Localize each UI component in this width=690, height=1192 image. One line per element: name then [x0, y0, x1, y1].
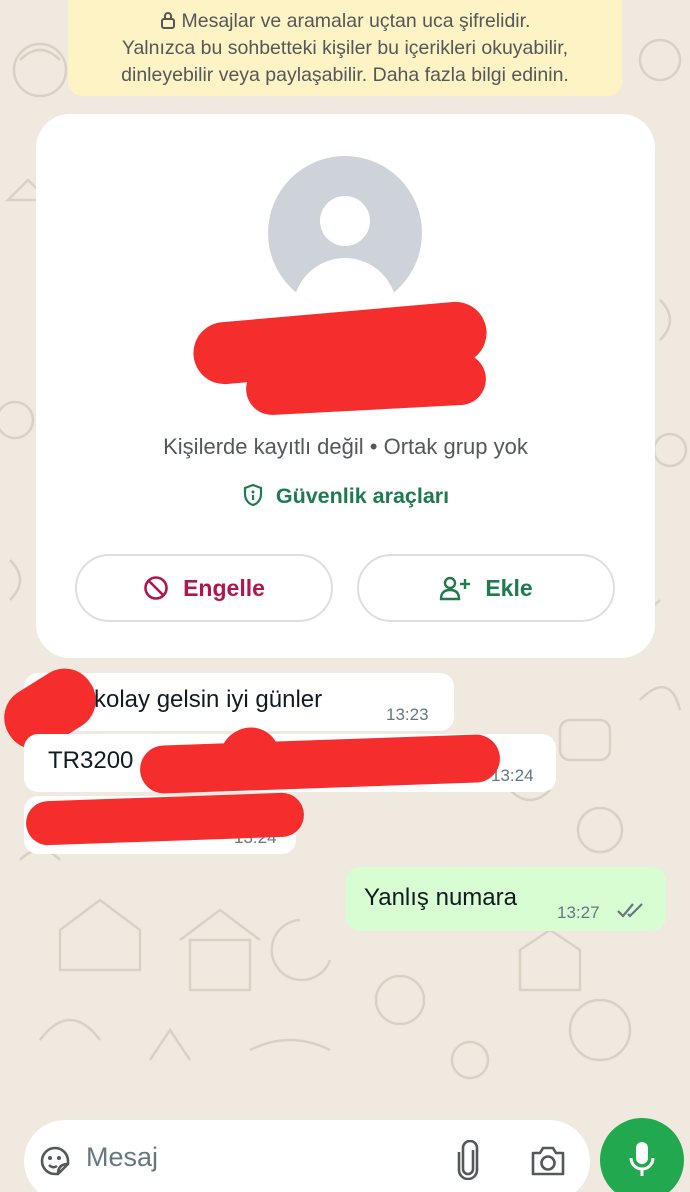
- block-icon: [144, 576, 168, 600]
- message-text: kolay gelsin iyi günler: [94, 686, 323, 713]
- redacted-contact-number: [244, 351, 488, 417]
- message-input[interactable]: Mesaj: [86, 1142, 158, 1173]
- encryption-line-1: Mesajlar ve aramalar uçtan uca şifrelidi…: [181, 10, 531, 32]
- security-tools-link[interactable]: Güvenlik araçları: [36, 483, 655, 509]
- read-receipt-icon: [617, 903, 643, 918]
- encryption-notice[interactable]: Mesajlar ve aramalar uçtan uca şifrelidi…: [68, 0, 622, 96]
- camera-icon[interactable]: [529, 1144, 567, 1178]
- block-button[interactable]: Engelle: [75, 554, 333, 622]
- message-composer: Mesaj: [24, 1120, 590, 1192]
- mic-icon: [629, 1142, 655, 1176]
- attach-icon[interactable]: [454, 1140, 482, 1180]
- avatar-head-shape: [320, 196, 370, 246]
- encryption-line-3: dinleyebilir veya paylaşabilir. Daha faz…: [121, 64, 569, 86]
- block-button-label: Engelle: [183, 574, 265, 601]
- shield-icon: [243, 483, 262, 507]
- add-contact-label: Ekle: [485, 574, 533, 601]
- sticker-icon[interactable]: [38, 1144, 72, 1178]
- avatar: [268, 156, 422, 310]
- unknown-contact-card: Kişilerde kayıtlı değil • Ortak grup yok…: [36, 114, 655, 658]
- contact-status-text: Kişilerde kayıtlı değil • Ortak grup yok: [163, 434, 528, 459]
- encryption-line-2: Yalnızca bu sohbetteki kişiler bu içerik…: [121, 37, 569, 59]
- message-time: 13:27: [557, 903, 600, 922]
- avatar-body-shape: [293, 258, 397, 310]
- message-time: 13:23: [386, 705, 429, 724]
- message-bubble-outgoing[interactable]: Yanlış numara 13:27: [346, 867, 666, 931]
- voice-message-button[interactable]: [600, 1118, 684, 1192]
- security-tools-label: Güvenlik araçları: [275, 484, 450, 508]
- add-contact-button[interactable]: Ekle: [357, 554, 615, 622]
- message-text: Yanlış numara: [364, 884, 517, 911]
- lock-icon: [160, 12, 175, 29]
- add-person-icon: [440, 576, 471, 601]
- message-text: TR3200: [48, 747, 134, 774]
